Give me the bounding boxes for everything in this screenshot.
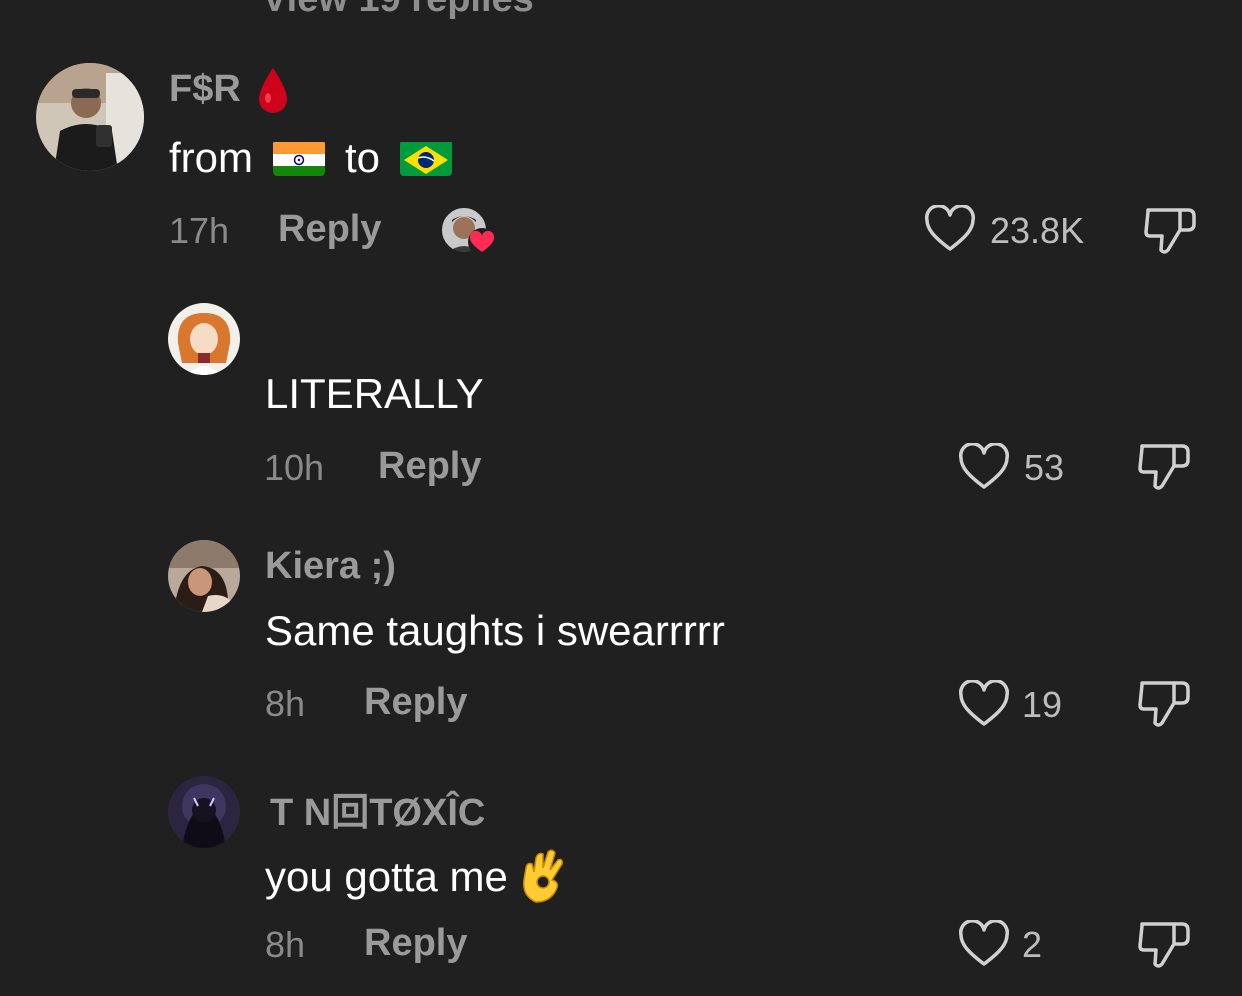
reply-button[interactable]: Reply [364, 681, 467, 724]
timestamp: 8h [265, 683, 306, 724]
avatar[interactable] [168, 303, 240, 375]
username[interactable]: T N回TØXÎC [270, 781, 485, 836]
comment-text: LITERALLY [265, 370, 484, 417]
heart-outline-icon[interactable] [958, 679, 1010, 733]
like-count: 53 [1024, 447, 1065, 488]
timestamp: 8h [265, 924, 306, 965]
timestamp: 17h [169, 210, 230, 251]
india-flag-icon [273, 140, 325, 176]
heart-outline-icon[interactable] [958, 442, 1010, 496]
comment-text: from to [169, 134, 453, 182]
like-count: 19 [1022, 684, 1063, 725]
like-count: 23.8K [990, 210, 1085, 251]
avatar[interactable] [168, 776, 240, 848]
dislike-icon[interactable] [1142, 204, 1198, 263]
ok-hand-icon [516, 846, 570, 904]
comment-text: Same taughts i swearrrrr [265, 607, 725, 654]
dislike-icon[interactable] [1136, 440, 1192, 499]
dislike-icon[interactable] [1136, 918, 1192, 977]
brazil-flag-icon [400, 140, 453, 176]
timestamp: 10h [264, 447, 325, 488]
comment-text: you gotta me [265, 848, 570, 906]
avatar[interactable] [36, 63, 144, 171]
reply-button[interactable]: Reply [378, 445, 481, 488]
like-count: 2 [1022, 924, 1043, 965]
avatar[interactable] [168, 540, 240, 612]
username[interactable]: Kiera ;) [265, 545, 396, 588]
blood-drop-icon [256, 66, 290, 121]
heart-outline-icon[interactable] [924, 204, 976, 258]
reply-button[interactable]: Reply [278, 208, 381, 251]
view-replies-link[interactable]: View 19 replies [262, 0, 534, 21]
creator-liked-avatar [440, 206, 500, 263]
dislike-icon[interactable] [1136, 677, 1192, 736]
reply-button[interactable]: Reply [364, 922, 467, 965]
username[interactable]: F$R [169, 68, 241, 111]
heart-outline-icon[interactable] [958, 919, 1010, 973]
